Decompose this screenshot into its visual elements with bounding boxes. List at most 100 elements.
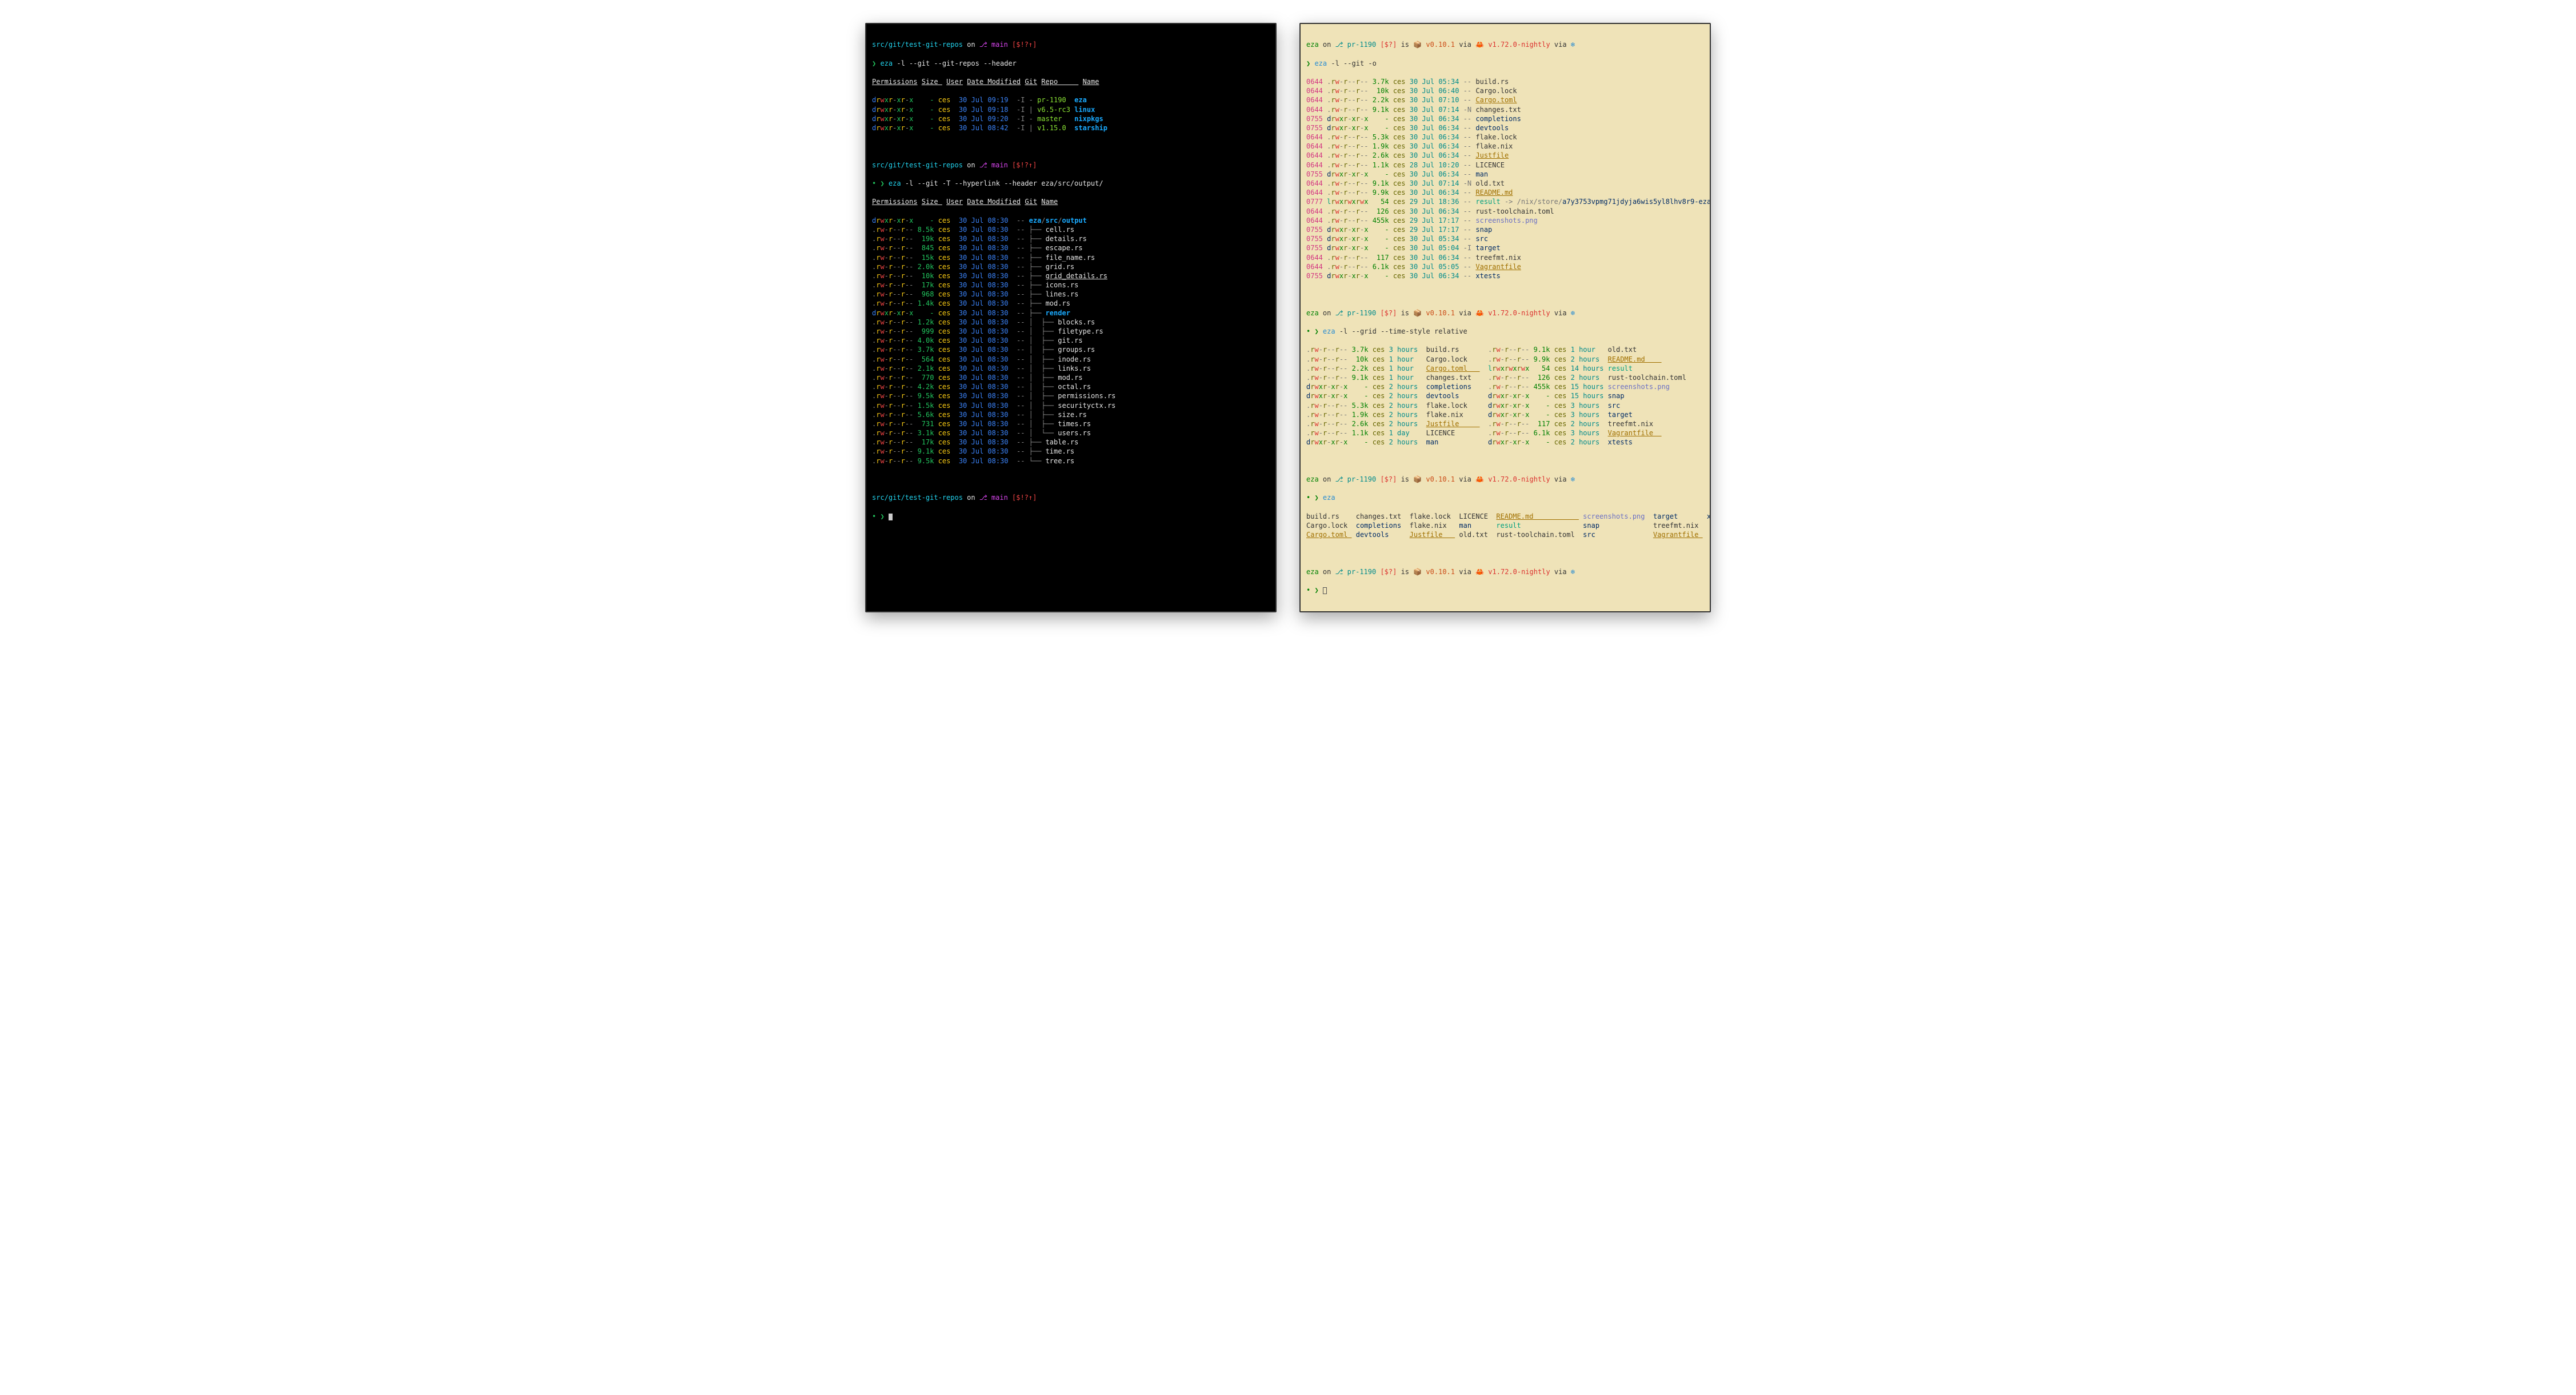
command-args: -l --git --git-repos --header <box>893 59 1017 67</box>
tree-row: .rw-r--r-- 19k ces 30 Jul 08:30 -- ├── d… <box>872 234 1270 243</box>
list-row: 0755 drwxr-xr-x - ces 30 Jul 06:34 -- de… <box>1306 123 1704 133</box>
cursor <box>1323 587 1327 594</box>
blank <box>1306 290 1704 299</box>
list-row: 0755 drwxr-xr-x - ces 30 Jul 05:34 -- sr… <box>1306 234 1704 243</box>
terminal-dark[interactable]: src/git/test-git-repos on ⎇ main [$!?↑] … <box>865 23 1277 612</box>
tree-row: .rw-r--r-- 1.5k ces 30 Jul 08:30 -- │ ├─… <box>872 401 1270 410</box>
list-row: 0644 .rw-r--r-- 126 ces 30 Jul 06:34 -- … <box>1306 207 1704 216</box>
command-line-r1[interactable]: ❯ eza -l --git -o <box>1306 59 1704 68</box>
list-row: 0644 .rw-r--r-- 2.6k ces 30 Jul 06:34 --… <box>1306 151 1704 160</box>
list-row: 0644 .rw-r--r-- 455k ces 29 Jul 17:17 --… <box>1306 216 1704 225</box>
tree-row: .rw-r--r-- 4.0k ces 30 Jul 08:30 -- │ ├─… <box>872 336 1270 345</box>
command-bin: eza <box>880 59 893 67</box>
tree-row: .rw-r--r-- 8.5k ces 30 Jul 08:30 -- ├── … <box>872 225 1270 234</box>
grid-row: .rw-r--r-- 2.6k ces 2 hours Justfile .rw… <box>1306 419 1704 428</box>
simple-row: build.rs changes.txt flake.lock LICENCE … <box>1306 512 1704 521</box>
tree-row: .rw-r--r-- 1.4k ces 30 Jul 08:30 -- ├── … <box>872 299 1270 308</box>
prompt-status-2: eza on ⎇ pr-1190 [$?] is 📦 v0.10.1 via 🦀… <box>1306 308 1704 318</box>
grid-row: .rw-r--r-- 5.3k ces 2 hours flake.lock d… <box>1306 401 1704 410</box>
command-line-r3[interactable]: • ❯ eza <box>1306 493 1704 502</box>
header-row-1: Permissions Size User Date Modified Git … <box>872 77 1270 86</box>
list-row: 0644 .rw-r--r-- 6.1k ces 30 Jul 05:05 --… <box>1306 262 1704 271</box>
grid-row: .rw-r--r-- 3.7k ces 3 hours build.rs .rw… <box>1306 345 1704 354</box>
list-row: 0755 drwxr-xr-x - ces 30 Jul 06:34 -- xt… <box>1306 271 1704 280</box>
blank <box>1306 549 1704 558</box>
tree-row: .rw-r--r-- 9.5k ces 30 Jul 08:30 -- │ ├─… <box>872 391 1270 400</box>
list-row: 0644 .rw-r--r-- 10k ces 30 Jul 06:40 -- … <box>1306 86 1704 95</box>
tree-row: .rw-r--r-- 731 ces 30 Jul 08:30 -- │ ├──… <box>872 419 1270 428</box>
tree-row: .rw-r--r-- 17k ces 30 Jul 08:30 -- ├── t… <box>872 438 1270 447</box>
list-row: drwxr-xr-x - ces 30 Jul 09:18 -I | v6.5-… <box>872 105 1270 114</box>
prompt-status-4: eza on ⎇ pr-1190 [$?] is 📦 v0.10.1 via 🦀… <box>1306 567 1704 576</box>
grid-row: .rw-r--r-- 1.9k ces 2 hours flake.nix dr… <box>1306 410 1704 419</box>
prompt-status-1: eza on ⎇ pr-1190 [$?] is 📦 v0.10.1 via 🦀… <box>1306 40 1704 49</box>
list-row: drwxr-xr-x - ces 30 Jul 09:20 -I - maste… <box>872 114 1270 123</box>
list-row: 0644 .rw-r--r-- 9.9k ces 30 Jul 06:34 --… <box>1306 188 1704 197</box>
command-line-r2[interactable]: • ❯ eza -l --grid --time-style relative <box>1306 327 1704 336</box>
blank <box>1306 456 1704 466</box>
tree-listing: drwxr-xr-x - ces 30 Jul 08:30 -- eza/src… <box>872 216 1270 466</box>
tree-row: .rw-r--r-- 5.6k ces 30 Jul 08:30 -- │ ├─… <box>872 410 1270 419</box>
grid-row: .rw-r--r-- 1.1k ces 1 day LICENCE .rw-r-… <box>1306 428 1704 438</box>
tree-row: .rw-r--r-- 4.2k ces 30 Jul 08:30 -- │ ├─… <box>872 382 1270 391</box>
grid-row: drwxr-xr-x - ces 2 hours man drwxr-xr-x … <box>1306 438 1704 447</box>
tree-row: .rw-r--r-- 1.2k ces 30 Jul 08:30 -- │ ├─… <box>872 318 1270 327</box>
grid-row: .rw-r--r-- 10k ces 1 hour Cargo.lock .rw… <box>1306 355 1704 364</box>
list-row: 0755 drwxr-xr-x - ces 30 Jul 05:04 -I ta… <box>1306 243 1704 252</box>
tree-row: .rw-r--r-- 2.0k ces 30 Jul 08:30 -- ├── … <box>872 262 1270 271</box>
list-row: 0644 .rw-r--r-- 2.2k ces 30 Jul 07:10 --… <box>1306 95 1704 105</box>
tree-row: .rw-r--r-- 968 ces 30 Jul 08:30 -- ├── l… <box>872 290 1270 299</box>
tree-row: .rw-r--r-- 17k ces 30 Jul 08:30 -- ├── i… <box>872 280 1270 290</box>
tree-row: .rw-r--r-- 845 ces 30 Jul 08:30 -- ├── e… <box>872 243 1270 252</box>
list-row: 0644 .rw-r--r-- 3.7k ces 30 Jul 05:34 --… <box>1306 77 1704 86</box>
listing-1: drwxr-xr-x - ces 30 Jul 09:19 -I - pr-11… <box>872 95 1270 133</box>
prompt-line-empty[interactable]: • ❯ <box>872 512 1270 521</box>
tree-row: .rw-r--r-- 9.1k ces 30 Jul 08:30 -- ├── … <box>872 447 1270 456</box>
tree-row: .rw-r--r-- 3.1k ces 30 Jul 08:30 -- │ └─… <box>872 428 1270 438</box>
list-row: 0644 .rw-r--r-- 1.9k ces 30 Jul 06:34 --… <box>1306 142 1704 151</box>
list-row: 0644 .rw-r--r-- 9.1k ces 30 Jul 07:14 -N… <box>1306 105 1704 114</box>
blank <box>872 142 1270 151</box>
list-row: 0644 .rw-r--r-- 1.1k ces 28 Jul 10:20 --… <box>1306 161 1704 170</box>
prompt-line-3: src/git/test-git-repos on ⎇ main [$!?↑] <box>872 493 1270 502</box>
prompt-line-1: src/git/test-git-repos on ⎇ main [$!?↑] <box>872 40 1270 49</box>
tree-row: .rw-r--r-- 15k ces 30 Jul 08:30 -- ├── f… <box>872 253 1270 262</box>
header-row-2: Permissions Size User Date Modified Git … <box>872 197 1270 206</box>
prompt-line-2: src/git/test-git-repos on ⎇ main [$!?↑] <box>872 161 1270 170</box>
list-row: 0755 drwxr-xr-x - ces 30 Jul 06:34 -- co… <box>1306 114 1704 123</box>
prompt-line-empty-r[interactable]: • ❯ <box>1306 586 1704 595</box>
branch-icon: ⎇ <box>979 41 987 49</box>
cursor <box>889 514 893 520</box>
git-status: [$!?↑] <box>1008 41 1037 49</box>
list-row: 0755 drwxr-xr-x - ces 30 Jul 06:34 -- ma… <box>1306 170 1704 179</box>
command-line-1[interactable]: ❯ eza -l --git --git-repos --header <box>872 59 1270 68</box>
grid-row: drwxr-xr-x - ces 2 hours completions .rw… <box>1306 382 1704 391</box>
grid-row: .rw-r--r-- 2.2k ces 1 hour Cargo.toml lr… <box>1306 364 1704 373</box>
prompt-status-3: eza on ⎇ pr-1190 [$?] is 📦 v0.10.1 via 🦀… <box>1306 475 1704 484</box>
list-row: 0644 .rw-r--r-- 9.1k ces 30 Jul 07:14 -N… <box>1306 179 1704 188</box>
terminal-light[interactable]: eza on ⎇ pr-1190 [$?] is 📦 v0.10.1 via 🦀… <box>1299 23 1711 612</box>
simple-row: Cargo.toml devtools Justfile old.txt rus… <box>1306 530 1704 539</box>
grid-row: drwxr-xr-x - ces 2 hours devtools drwxr-… <box>1306 391 1704 400</box>
tree-row: .rw-r--r-- 999 ces 30 Jul 08:30 -- │ ├──… <box>872 327 1270 336</box>
tree-row: .rw-r--r-- 9.5k ces 30 Jul 08:30 -- └── … <box>872 456 1270 466</box>
command-line-2[interactable]: • ❯ eza -l --git -T --hyperlink --header… <box>872 179 1270 188</box>
tree-row: .rw-r--r-- 10k ces 30 Jul 08:30 -- ├── g… <box>872 271 1270 280</box>
list-row: drwxr-xr-x - ces 30 Jul 08:42 -I | v1.15… <box>872 123 1270 133</box>
tree-row: .rw-r--r-- 2.1k ces 30 Jul 08:30 -- │ ├─… <box>872 364 1270 373</box>
listing-r1: 0644 .rw-r--r-- 3.7k ces 30 Jul 05:34 --… <box>1306 77 1704 280</box>
list-row: 0644 .rw-r--r-- 5.3k ces 30 Jul 06:34 --… <box>1306 133 1704 142</box>
tree-row: drwxr-xr-x - ces 30 Jul 08:30 -- eza/src… <box>872 216 1270 225</box>
cwd: src/git/test-git-repos <box>872 41 963 49</box>
tree-row: .rw-r--r-- 564 ces 30 Jul 08:30 -- │ ├──… <box>872 355 1270 364</box>
simple-row: Cargo.lock completions flake.nix man res… <box>1306 521 1704 530</box>
list-row: drwxr-xr-x - ces 30 Jul 09:19 -I - pr-11… <box>872 95 1270 105</box>
tree-row: .rw-r--r-- 3.7k ces 30 Jul 08:30 -- │ ├─… <box>872 345 1270 354</box>
grid-listing: .rw-r--r-- 3.7k ces 3 hours build.rs .rw… <box>1306 345 1704 447</box>
list-row: 0644 .rw-r--r-- 117 ces 30 Jul 06:34 -- … <box>1306 253 1704 262</box>
tree-row: drwxr-xr-x - ces 30 Jul 08:30 -- ├── ren… <box>872 308 1270 318</box>
blank <box>872 475 1270 484</box>
list-row: 0755 drwxr-xr-x - ces 29 Jul 17:17 -- sn… <box>1306 225 1704 234</box>
simple-listing: build.rs changes.txt flake.lock LICENCE … <box>1306 512 1704 540</box>
list-row: 0777 lrwxrwxrwx 54 ces 29 Jul 18:36 -- r… <box>1306 197 1704 206</box>
